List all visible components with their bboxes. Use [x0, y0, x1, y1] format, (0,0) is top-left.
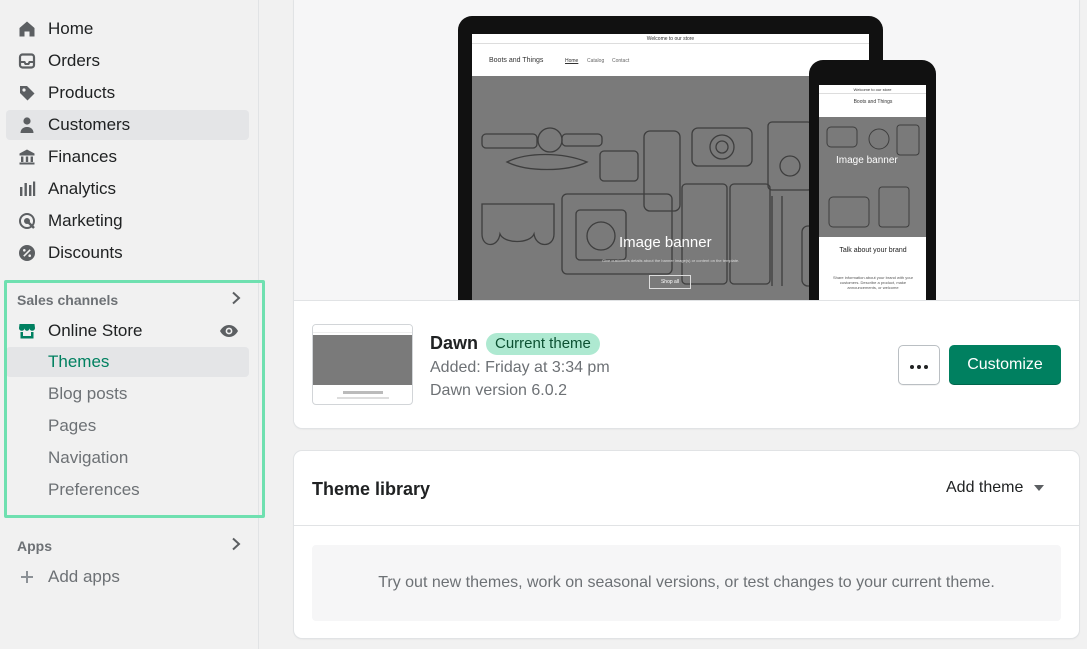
bank-icon: [18, 148, 36, 166]
nav-item-label: Marketing: [48, 211, 123, 230]
chevron-right-icon[interactable]: [230, 291, 242, 310]
nav-item-label: Finances: [48, 147, 117, 166]
divider: [294, 525, 1079, 526]
sub-item-preferences[interactable]: Preferences: [6, 475, 249, 505]
caret-down-icon: [1033, 479, 1045, 497]
sales-channels-header[interactable]: Sales channels: [17, 290, 242, 310]
nav-item-discounts[interactable]: Discounts: [6, 238, 249, 268]
apps-header[interactable]: Apps: [17, 536, 242, 556]
chevron-right-icon[interactable]: [230, 537, 242, 556]
sub-item-label: Themes: [48, 352, 110, 371]
nav-item-finances[interactable]: Finances: [6, 142, 249, 172]
sub-item-label: Navigation: [48, 448, 129, 467]
phone-mockup: Welcome to our store Boots and Things Im…: [809, 60, 936, 320]
sales-channels-label: Sales channels: [17, 292, 119, 308]
laptop-nav-home: Home: [565, 58, 579, 64]
announcement-bar: Welcome to our store: [472, 34, 869, 44]
nav-item-orders[interactable]: Orders: [6, 46, 249, 76]
tag-icon: [18, 84, 36, 102]
current-theme-card: Welcome to our store Boots and Things Ho…: [294, 0, 1079, 428]
nav-item-label: Home: [48, 19, 94, 38]
thumb-line: [337, 397, 389, 399]
nav-item-analytics[interactable]: Analytics: [6, 174, 249, 204]
theme-thumbnail: [312, 324, 413, 405]
target-icon: [18, 212, 36, 230]
phone-screen: Welcome to our store Boots and Things Im…: [819, 85, 926, 315]
phone-banner-title: Image banner: [836, 155, 898, 166]
nav-item-label: Discounts: [48, 243, 123, 262]
nav-item-marketing[interactable]: Marketing: [6, 206, 249, 236]
nav-item-label: Products: [48, 83, 116, 102]
orders-icon: [18, 52, 36, 70]
home-icon: [18, 20, 36, 38]
laptop-nav-contact: Contact: [612, 58, 630, 64]
sub-item-label: Pages: [48, 416, 97, 435]
store-icon: [18, 322, 36, 340]
nav-item-label: Customers: [48, 115, 131, 134]
ellipsis-icon: [910, 356, 928, 374]
nav-item-label: Online Store: [48, 321, 143, 340]
nav-item-products[interactable]: Products: [6, 78, 249, 108]
banner-title: Image banner: [619, 234, 712, 251]
thumb-header: [313, 325, 412, 333]
eye-icon[interactable]: [219, 323, 239, 344]
thumb-line: [343, 391, 383, 394]
add-theme-button[interactable]: Add theme: [946, 479, 1045, 497]
sub-item-pages[interactable]: Pages: [6, 411, 249, 441]
banner-subtitle: Give customers details about the banner …: [602, 258, 740, 263]
nav-item-label: Analytics: [48, 179, 117, 198]
theme-library-card: Theme library Add theme Try out new them…: [294, 451, 1079, 638]
theme-version: Dawn version 6.0.2: [430, 382, 567, 399]
nav-item-add-apps[interactable]: Add apps: [6, 562, 249, 592]
phone-announcement-bar: Welcome to our store: [819, 85, 926, 94]
shop-all-button: Shop all: [649, 275, 691, 289]
sub-item-label: Blog posts: [48, 384, 128, 403]
bar-chart-icon: [18, 180, 36, 198]
theme-library-title: Theme library: [312, 479, 431, 499]
thumb-banner: [313, 335, 412, 385]
customize-button[interactable]: Customize: [949, 345, 1061, 385]
theme-library-empty-state: Try out new themes, work on seasonal ver…: [312, 545, 1061, 621]
person-icon: [18, 116, 36, 134]
theme-name: Dawn: [430, 333, 479, 353]
nav-item-customers[interactable]: Customers: [6, 110, 249, 140]
laptop-nav-catalog: Catalog: [587, 58, 605, 64]
nav-item-label: Orders: [48, 51, 100, 70]
phone-flatlay-illustration: [826, 124, 920, 228]
plus-icon: [18, 568, 36, 586]
phone-banner-image: Image banner: [819, 117, 926, 237]
phone-text-title: Talk about your brand: [839, 247, 907, 254]
nav-item-label: Add apps: [48, 567, 120, 586]
sub-item-themes[interactable]: Themes: [6, 347, 249, 377]
sidebar: Home Orders Products Customers Finances …: [0, 0, 259, 649]
theme-added-date: Added: Friday at 3:34 pm: [430, 359, 610, 376]
add-theme-label: Add theme: [946, 479, 1024, 496]
sub-item-navigation[interactable]: Navigation: [6, 443, 249, 473]
phone-store-name: Boots and Things: [853, 99, 893, 105]
current-theme-badge: Current theme: [486, 333, 600, 355]
sub-item-blog-posts[interactable]: Blog posts: [6, 379, 249, 409]
nav-item-online-store[interactable]: Online Store: [6, 316, 249, 346]
theme-preview: Welcome to our store Boots and Things Ho…: [294, 0, 1079, 320]
store-name: Boots and Things: [489, 57, 544, 64]
sub-item-label: Preferences: [48, 480, 140, 499]
phone-text-body: Share information about your brand with …: [832, 275, 914, 290]
nav-item-home[interactable]: Home: [6, 14, 249, 44]
discount-icon: [18, 244, 36, 262]
current-theme-row: Dawn Current theme Added: Friday at 3:34…: [294, 300, 1079, 422]
more-actions-button[interactable]: [898, 345, 940, 385]
apps-label: Apps: [17, 538, 52, 554]
